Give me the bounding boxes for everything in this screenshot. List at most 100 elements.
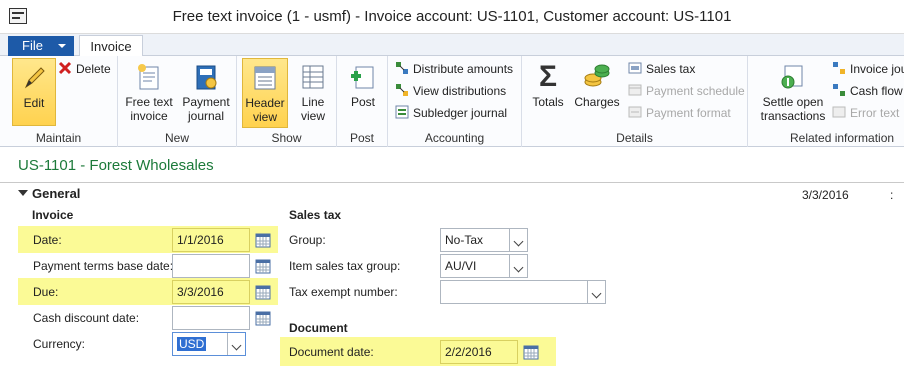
payment-schedule-label: Payment schedule xyxy=(646,84,745,98)
sales-tax-label: Sales tax xyxy=(646,62,696,76)
header-view-button[interactable]: Header view xyxy=(242,58,288,128)
header-view-label: Header view xyxy=(245,96,285,124)
group-label-related-information: Related information xyxy=(790,131,895,145)
sales-tax-icon xyxy=(628,62,642,74)
settle-icon xyxy=(781,65,803,89)
group-label-maintain: Maintain xyxy=(35,131,82,145)
chevron-down-icon xyxy=(58,44,66,48)
chevron-down-icon[interactable] xyxy=(227,333,245,355)
item-sales-tax-group-select[interactable]: AU/VI xyxy=(440,254,528,278)
post-icon xyxy=(351,66,374,89)
due-label: Due: xyxy=(33,285,59,299)
invoice-journal-button[interactable]: Invoice jour xyxy=(832,60,904,78)
invoice-journal-label: Invoice jour xyxy=(850,62,904,76)
calendar-icon[interactable] xyxy=(255,258,271,274)
post-button[interactable]: Post xyxy=(343,62,383,109)
charges-button-label: Charges xyxy=(574,95,620,109)
cash-discount-date-field[interactable] xyxy=(172,306,250,330)
collapse-triangle-icon[interactable] xyxy=(18,190,28,196)
post-button-label: Post xyxy=(350,95,375,109)
error-text-button[interactable]: Error text xyxy=(832,104,899,122)
invoice-journal-icon xyxy=(833,62,845,74)
tax-exempt-number-select[interactable] xyxy=(440,280,606,304)
calendar-icon[interactable] xyxy=(255,232,271,248)
due-date-field[interactable]: 3/3/2016 xyxy=(172,280,250,304)
ribbon: Edit Delete Maintain Free text invoice P… xyxy=(0,56,904,147)
totals-button-label: Totals xyxy=(532,95,564,109)
group-show: Header view Line view Show xyxy=(237,56,337,147)
payment-format-icon xyxy=(628,106,642,118)
sigma-icon: Σ xyxy=(538,60,557,93)
sales-tax-group-value: No-Tax xyxy=(445,233,484,247)
settle-open-transactions-button[interactable]: Settle open transactions xyxy=(756,62,830,123)
cash-flow-icon xyxy=(833,84,845,96)
payment-journal-button[interactable]: Payment journal xyxy=(178,62,234,123)
cash-flow-label: Cash flow xyxy=(850,84,903,98)
payment-format-button[interactable]: Payment format xyxy=(628,104,731,122)
calendar-icon[interactable] xyxy=(255,284,271,300)
charges-button[interactable]: Charges xyxy=(572,62,622,109)
payment-format-label: Payment format xyxy=(646,106,731,120)
distribute-amounts-label: Distribute amounts xyxy=(413,62,514,76)
line-view-icon xyxy=(302,65,324,89)
group-label: Group: xyxy=(289,233,326,247)
sales-tax-group-select[interactable]: No-Tax xyxy=(440,228,528,252)
delete-button[interactable]: Delete xyxy=(58,60,111,78)
totals-button[interactable]: Σ Totals xyxy=(528,60,568,110)
payment-terms-base-date-label: Payment terms base date: xyxy=(33,259,174,273)
document-heading: Document xyxy=(289,321,348,335)
cash-discount-date-label: Cash discount date: xyxy=(33,311,140,325)
payment-schedule-icon xyxy=(628,84,642,96)
section-title-general[interactable]: General xyxy=(32,186,80,201)
item-sales-tax-group-label: Item sales tax group: xyxy=(289,259,401,273)
payment-terms-base-date-field[interactable] xyxy=(172,254,250,278)
currency-value: USD xyxy=(177,337,207,351)
view-distributions-button[interactable]: View distributions xyxy=(395,82,506,100)
delete-button-label: Delete xyxy=(76,62,111,76)
subledger-journal-button[interactable]: Subledger journal xyxy=(395,104,507,122)
cash-flow-button[interactable]: Cash flow xyxy=(832,82,903,100)
chevron-down-icon[interactable] xyxy=(509,229,527,251)
group-related-information: Settle open transactions Invoice jour Ca… xyxy=(748,56,904,147)
invoice-heading: Invoice xyxy=(32,208,74,222)
sales-tax-button[interactable]: Sales tax xyxy=(628,60,695,78)
calendar-icon[interactable] xyxy=(255,310,271,326)
distribute-amounts-button[interactable]: Distribute amounts xyxy=(395,60,513,78)
file-tab[interactable]: File xyxy=(8,36,74,56)
title-bar: Free text invoice (1 - usmf) - Invoice a… xyxy=(0,0,904,34)
date-label: Date: xyxy=(33,233,62,247)
payment-journal-icon xyxy=(196,65,217,90)
settle-open-transactions-label: Settle open transactions xyxy=(760,95,826,123)
delete-x-icon xyxy=(58,61,72,75)
header-view-icon xyxy=(254,66,276,90)
group-new: Free text invoice Payment journal New xyxy=(118,56,237,147)
line-view-button[interactable]: Line view xyxy=(293,62,333,123)
new-invoice-icon xyxy=(138,64,159,90)
item-sales-tax-group-value: AU/VI xyxy=(445,259,477,273)
section-summary-separator: : xyxy=(890,188,894,202)
subledger-icon xyxy=(395,105,409,119)
edit-button-label: Edit xyxy=(23,96,45,110)
edit-button[interactable]: Edit xyxy=(12,58,56,126)
free-text-invoice-button[interactable]: Free text invoice xyxy=(122,62,176,123)
error-text-icon xyxy=(832,106,846,118)
currency-select[interactable]: USD xyxy=(172,332,246,356)
distribute-icon xyxy=(396,62,408,74)
date-field[interactable]: 1/1/2016 xyxy=(172,228,250,252)
payment-schedule-button[interactable]: Payment schedule xyxy=(628,82,745,100)
payment-journal-label: Payment journal xyxy=(182,95,230,123)
sales-tax-heading: Sales tax xyxy=(289,208,342,222)
group-details: Σ Totals Charges Sales tax Payment sched… xyxy=(522,56,748,147)
file-tab-label: File xyxy=(22,38,43,53)
subledger-journal-label: Subledger journal xyxy=(413,106,508,120)
window-title: Free text invoice (1 - usmf) - Invoice a… xyxy=(172,8,732,25)
chevron-down-icon[interactable] xyxy=(509,255,527,277)
calendar-icon[interactable] xyxy=(523,344,539,360)
group-label-post: Post xyxy=(349,131,374,145)
tab-invoice[interactable]: Invoice xyxy=(79,35,143,57)
error-text-label: Error text xyxy=(850,106,900,120)
divider xyxy=(0,182,904,183)
chevron-down-icon[interactable] xyxy=(587,281,605,303)
pencil-icon xyxy=(24,67,45,89)
document-date-field[interactable]: 2/2/2016 xyxy=(440,340,518,364)
